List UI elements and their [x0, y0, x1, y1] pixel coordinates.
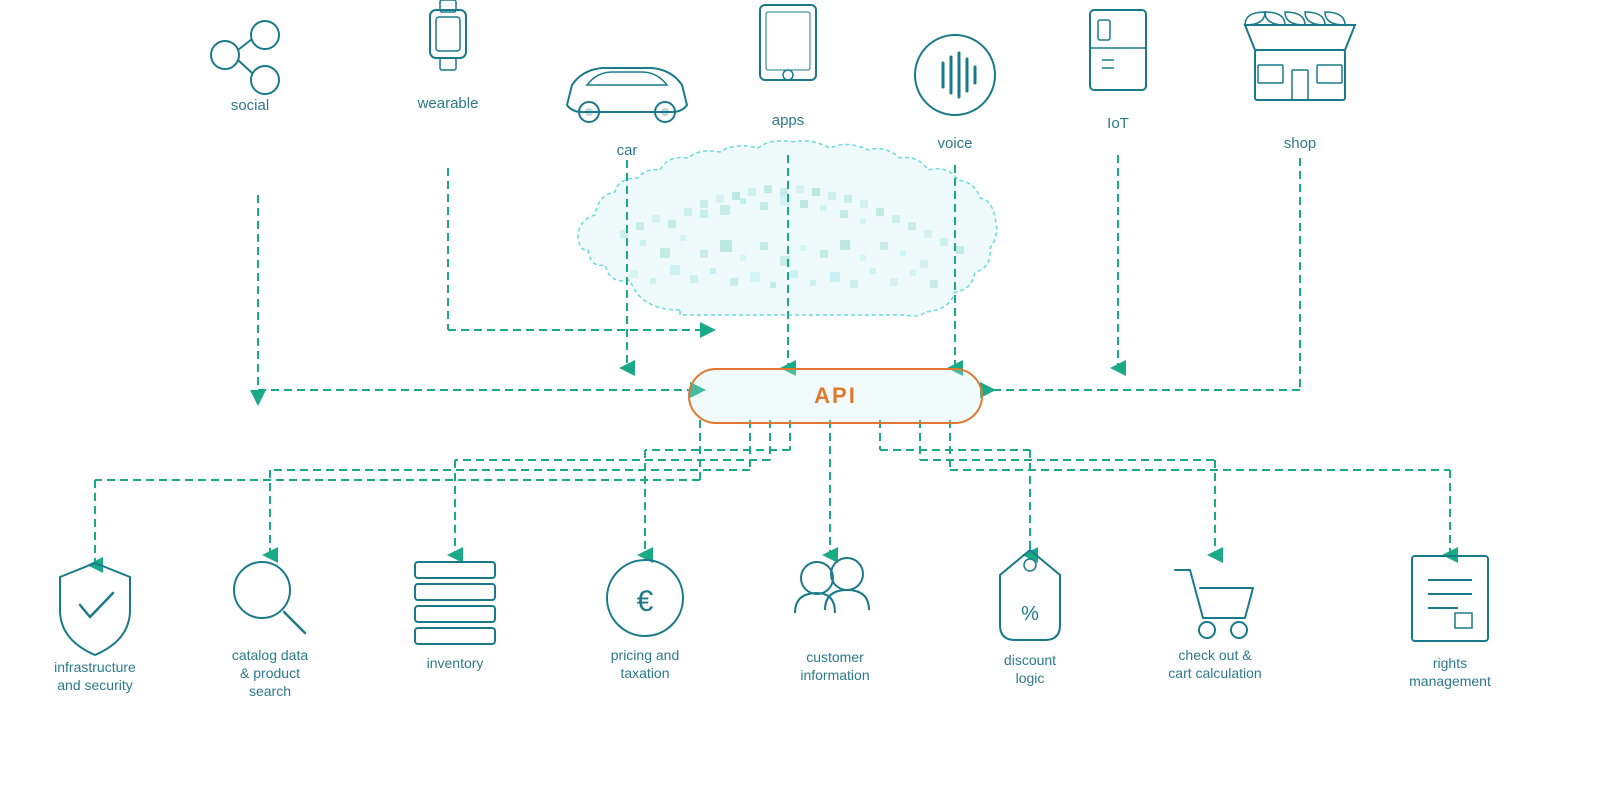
- svg-text:shop: shop: [1284, 135, 1317, 152]
- svg-text:information: information: [800, 667, 869, 683]
- svg-text:pricing and: pricing and: [611, 647, 680, 663]
- api-box: API: [688, 368, 983, 424]
- svg-text:& product: & product: [240, 665, 300, 681]
- svg-text:infrastructure: infrastructure: [54, 659, 136, 675]
- svg-text:check out &: check out &: [1178, 647, 1252, 663]
- svg-text:cart calculation: cart calculation: [1168, 665, 1261, 681]
- svg-text:wearable: wearable: [417, 95, 479, 112]
- svg-text:logic: logic: [1016, 670, 1045, 686]
- svg-text:catalog data: catalog data: [232, 647, 308, 663]
- svg-text:inventory: inventory: [427, 655, 484, 671]
- svg-text:social: social: [231, 97, 269, 114]
- svg-text:customer: customer: [806, 649, 864, 665]
- svg-text:rights: rights: [1433, 655, 1467, 671]
- svg-text:discount: discount: [1004, 652, 1056, 668]
- svg-text:voice: voice: [937, 135, 972, 152]
- svg-text:%: %: [1021, 603, 1039, 625]
- svg-text:car: car: [617, 142, 638, 159]
- svg-text:and security: and security: [57, 677, 132, 693]
- diagram-container: social wearable car apps: [0, 0, 1600, 788]
- svg-text:management: management: [1409, 673, 1491, 689]
- svg-text:search: search: [249, 683, 291, 699]
- api-label: API: [814, 383, 857, 409]
- svg-text:€: €: [637, 585, 654, 618]
- svg-text:taxation: taxation: [620, 665, 669, 681]
- svg-text:IoT: IoT: [1107, 115, 1129, 132]
- svg-text:apps: apps: [772, 112, 805, 129]
